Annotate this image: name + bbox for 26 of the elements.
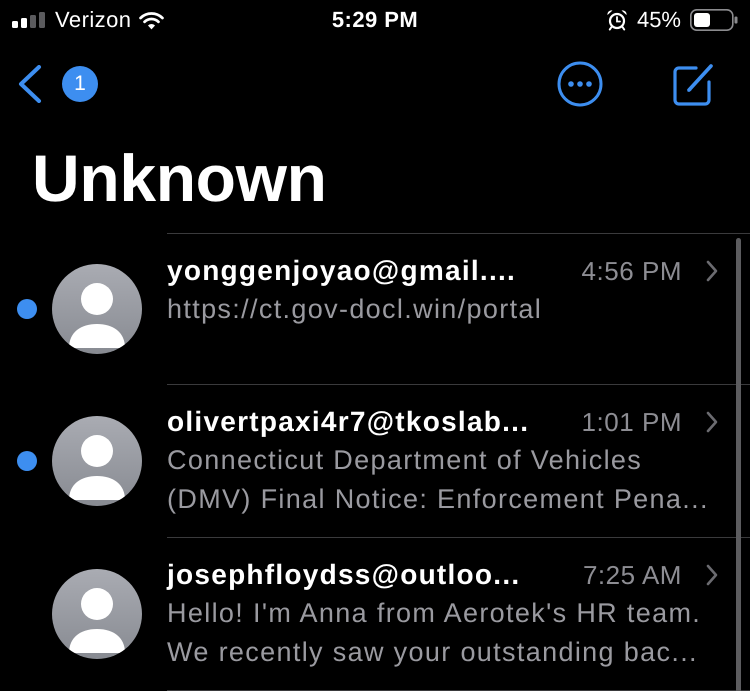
more-icon[interactable] — [557, 61, 603, 107]
message-preview: Connecticut Department of Vehicles (DMV) Final Notice: Enforcement Pena... — [167, 444, 710, 516]
chevron-right-icon — [706, 411, 718, 433]
message-preview: https://ct.gov-docl.win/portal — [167, 293, 542, 326]
mailbox-title: Unknown — [32, 144, 327, 216]
battery-percentage: 45% — [636, 7, 681, 33]
message-time: 7:25 AM — [582, 560, 682, 590]
battery-icon — [690, 9, 738, 31]
sender-address: yonggenjoyao@gmail.... — [167, 255, 518, 287]
message-time: 4:56 PM — [582, 256, 682, 286]
avatar-icon — [52, 416, 142, 506]
wifi-icon — [139, 10, 164, 30]
status-time: 5:29 PM — [332, 7, 418, 33]
message-preview: Hello! I'm Anna from Aerotek's HR team. We recently saw your outstanding bac... — [167, 597, 702, 669]
sender-address: josephfloydss@outloo... — [167, 559, 522, 591]
back-chevron-icon[interactable] — [18, 65, 42, 103]
carrier-name: Verizon — [55, 7, 132, 33]
chevron-right-icon — [706, 564, 718, 586]
avatar-icon — [52, 264, 142, 354]
signal-icon — [12, 12, 46, 28]
chevron-right-icon — [706, 260, 718, 282]
message-time: 1:01 PM — [582, 406, 682, 438]
avatar-icon — [52, 569, 142, 659]
alarm-clock-icon — [606, 9, 628, 31]
sender-address: olivertpaxi4r7@tkoslab... — [167, 406, 530, 438]
unread-count-badge[interactable]: 1 — [62, 66, 98, 102]
